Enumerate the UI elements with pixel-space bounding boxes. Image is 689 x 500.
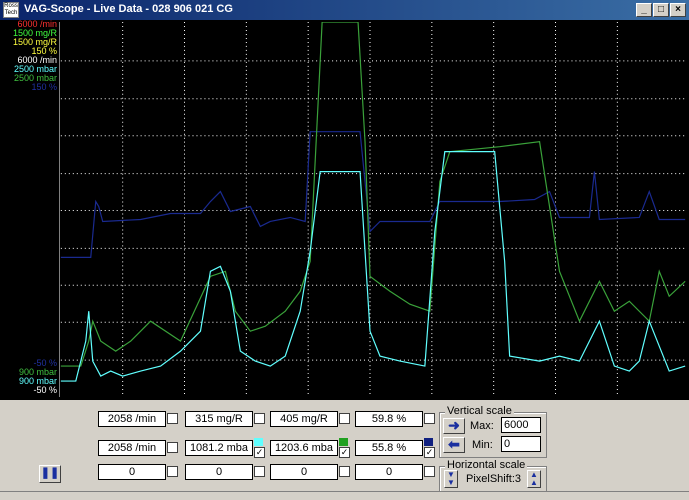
min-input[interactable]: 0 [501,436,541,452]
channel-checkbox[interactable] [167,442,178,453]
channel-value: 0 [270,464,338,480]
trace-cyan [60,151,686,382]
channel-value: 1081.2 mba [185,440,253,456]
channel-checkbox[interactable] [167,413,178,424]
vertical-scale-legend: Vertical scale [445,405,514,417]
pixel-shift-increase-button[interactable]: ▲ ▲ [527,470,541,488]
channel-checkbox[interactable] [254,413,265,424]
decrease-min-button[interactable]: ⬅ [443,437,465,453]
channel-value: 0 [185,464,253,480]
max-input[interactable]: 6000 [501,417,541,433]
channel-value: 1203.6 mba [270,440,338,456]
channel-value: 2058 /min [98,411,166,427]
channel-checkbox[interactable] [424,466,435,477]
title-bar: Ross Tech VAG-Scope - Live Data - 028 90… [0,0,689,20]
channel-value: 55.8 % [355,440,423,456]
scale-label-bottom: -50 % [33,385,57,395]
pixel-shift-decrease-button[interactable]: ▼ ▼ [444,470,458,488]
channel-color-swatch [339,438,348,446]
grid [60,22,686,397]
channel-checkbox-checked[interactable]: ✓ [254,447,265,458]
close-button[interactable]: × [670,3,686,17]
pixel-shift-label: PixelShift:3 [466,473,522,485]
channel-value: 0 [355,464,423,480]
channel-checkbox[interactable] [339,466,350,477]
channel-color-swatch [254,438,263,446]
max-label: Max: [470,420,494,432]
channel-checkbox[interactable] [167,466,178,477]
app-icon: Ross Tech [3,2,19,18]
trace-navy [60,131,686,258]
minimize-button[interactable]: _ [636,3,652,17]
scope-plot [59,22,686,397]
channel-checkbox-checked[interactable]: ✓ [424,447,435,458]
channel-value: 2058 /min [98,440,166,456]
increase-max-button[interactable]: ➜ [443,418,465,434]
channel-value: 405 mg/R [270,411,338,427]
scale-label-top: 150 % [31,82,57,92]
control-panel: 2058 /min 315 mg/R 405 mg/R 59.8 % 2058 … [0,400,689,499]
maximize-button[interactable]: □ [653,3,669,17]
channel-color-swatch [424,438,433,446]
channel-checkbox[interactable] [254,466,265,477]
pause-button[interactable]: ❚❚ [39,465,61,483]
min-label: Min: [472,439,493,451]
pause-icon: ❚❚ [40,467,60,479]
channel-checkbox[interactable] [424,413,435,424]
channel-value: 0 [98,464,166,480]
channel-value: 59.8 % [355,411,423,427]
window-title: VAG-Scope - Live Data - 028 906 021 CG [24,3,233,15]
channel-value: 315 mg/R [185,411,253,427]
channel-checkbox-checked[interactable]: ✓ [339,447,350,458]
channel-checkbox[interactable] [339,413,350,424]
